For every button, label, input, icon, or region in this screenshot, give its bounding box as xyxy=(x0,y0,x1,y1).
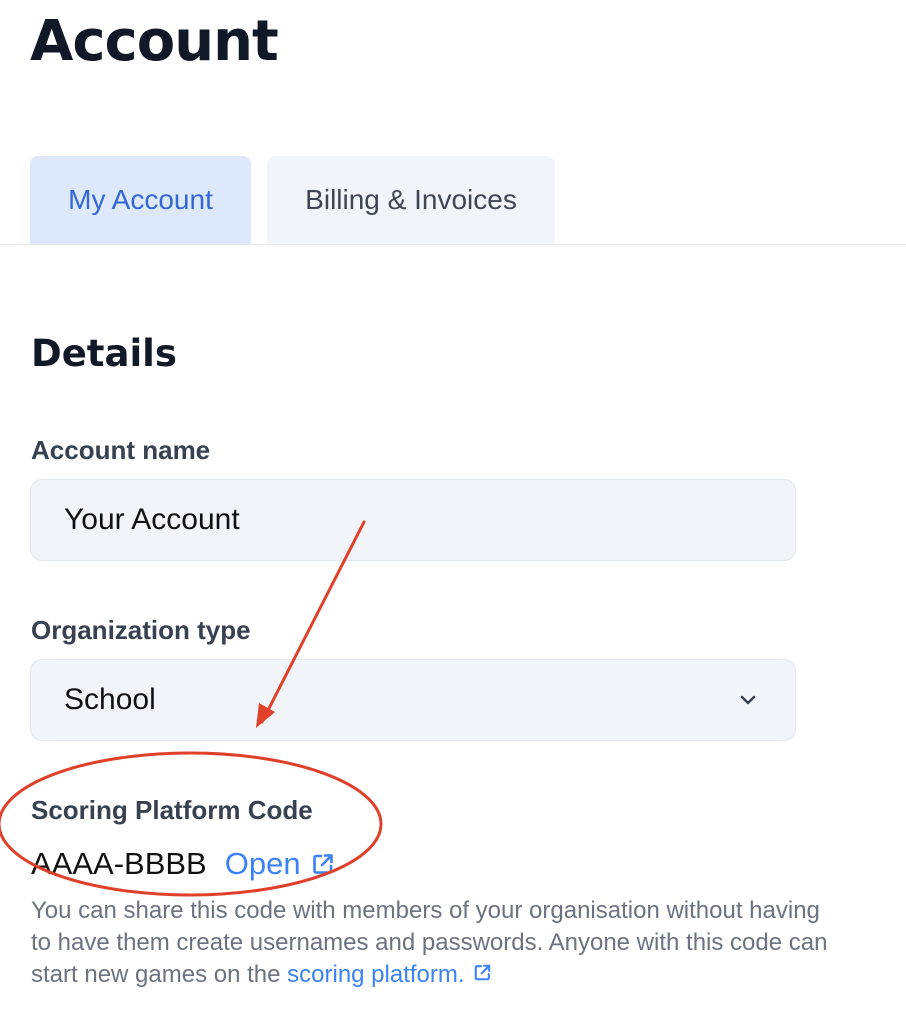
account-name-label: Account name xyxy=(31,435,211,465)
external-link-icon xyxy=(474,964,490,981)
scoring-platform-link-label: scoring platform. xyxy=(287,961,465,988)
scoring-platform-link[interactable]: scoring platform. xyxy=(287,961,491,988)
external-link-icon xyxy=(312,854,333,874)
organization-type-select[interactable]: School xyxy=(30,659,796,741)
tab-billing-invoices[interactable]: Billing & Invoices xyxy=(267,156,555,244)
scoring-code-help: You can share this code with members of … xyxy=(31,895,831,991)
page-title: Account xyxy=(30,9,279,74)
scoring-code-value: AAAA-BBBB xyxy=(31,846,207,881)
scoring-code-label: Scoring Platform Code xyxy=(31,795,313,825)
organization-type-value: School xyxy=(64,683,156,716)
account-name-input[interactable]: Your Account xyxy=(30,479,796,561)
tab-bar: My Account Billing & Invoices xyxy=(0,156,906,245)
scoring-code-row: AAAA-BBBB Open xyxy=(31,842,335,886)
tab-my-account[interactable]: My Account xyxy=(30,156,251,244)
open-link-label: Open xyxy=(224,846,301,881)
open-link[interactable]: Open xyxy=(225,846,335,882)
chevron-down-icon xyxy=(740,695,756,705)
organization-type-label: Organization type xyxy=(31,615,251,645)
section-title-details: Details xyxy=(31,332,177,375)
